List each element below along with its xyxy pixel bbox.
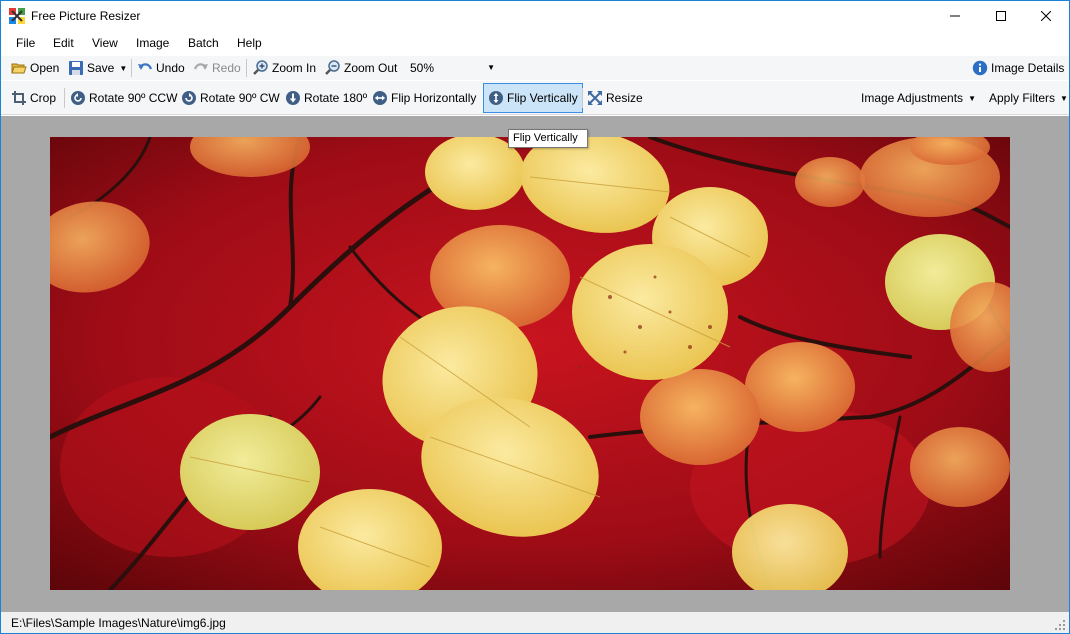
zoom-in-icon xyxy=(253,60,268,75)
image-details-label: Image Details xyxy=(991,61,1065,75)
status-bar: E:\Files\Sample Images\Nature\img6.jpg xyxy=(1,612,1069,633)
photo-image xyxy=(50,137,1010,590)
redo-label: Redo xyxy=(212,61,241,75)
photo-autumn-leaves xyxy=(50,137,1010,590)
rotate-cw-button[interactable]: Rotate 90º CW xyxy=(181,87,280,109)
maximize-icon xyxy=(996,11,1006,21)
minimize-button[interactable] xyxy=(932,1,978,31)
window-title: Free Picture Resizer xyxy=(31,9,141,23)
zoom-out-button[interactable]: Zoom Out xyxy=(325,57,397,79)
open-button[interactable]: Open xyxy=(11,57,59,79)
menu-view[interactable]: View xyxy=(92,36,118,50)
chevron-down-icon: ▼ xyxy=(487,63,495,72)
main-toolbar: Open Save ▼ Undo Redo Zoom In Zoom Out 5… xyxy=(1,56,1069,80)
chevron-down-icon: ▼ xyxy=(1060,93,1068,103)
image-adjustments-label: Image Adjustments xyxy=(861,91,964,105)
flip-horizontally-label: Flip Horizontally xyxy=(391,91,477,105)
menu-edit[interactable]: Edit xyxy=(53,36,74,50)
title-bar: Free Picture Resizer xyxy=(1,1,1069,32)
undo-icon xyxy=(138,63,153,70)
rotate-180-label: Rotate 180º xyxy=(304,91,368,105)
resize-grip-icon[interactable] xyxy=(1055,620,1065,630)
app-logo-icon xyxy=(9,8,25,24)
close-button[interactable] xyxy=(1023,1,1069,31)
flip-horizontal-icon xyxy=(373,91,387,105)
menu-bar: File Edit View Image Batch Help xyxy=(1,32,1069,54)
save-button[interactable]: Save ▼ xyxy=(68,57,127,79)
apply-filters-label: Apply Filters xyxy=(989,91,1056,105)
menu-batch[interactable]: Batch xyxy=(188,36,219,50)
info-icon xyxy=(972,60,988,76)
zoom-out-icon xyxy=(325,60,340,75)
resize-label: Resize xyxy=(606,91,643,105)
file-path-label: E:\Files\Sample Images\Nature\img6.jpg xyxy=(11,616,226,630)
undo-button[interactable]: Undo xyxy=(137,57,185,79)
flip-vertically-button[interactable]: Flip Vertically xyxy=(483,83,583,113)
rotate-cw-icon xyxy=(182,91,196,105)
resize-button[interactable]: Resize xyxy=(587,87,643,109)
flip-horizontally-button[interactable]: Flip Horizontally xyxy=(372,87,476,109)
rotate-ccw-button[interactable]: Rotate 90º CCW xyxy=(70,87,177,109)
resize-icon xyxy=(588,91,602,105)
redo-button[interactable]: Redo xyxy=(193,57,241,79)
image-details-button[interactable]: Image Details xyxy=(972,57,1064,79)
save-label: Save xyxy=(87,61,115,75)
save-dropdown-icon[interactable]: ▼ xyxy=(119,64,127,73)
redo-icon xyxy=(193,63,208,70)
tooltip-flip-vertically: Flip Vertically xyxy=(508,129,588,148)
zoom-level-value: 50% xyxy=(410,61,435,75)
undo-label: Undo xyxy=(156,61,185,75)
rotate-ccw-label: Rotate 90º CCW xyxy=(89,91,178,105)
image-adjustments-menu[interactable]: Image Adjustments ▼ xyxy=(861,87,976,109)
menu-file[interactable]: File xyxy=(16,36,35,50)
floppy-disk-icon xyxy=(69,61,83,75)
crop-icon xyxy=(12,91,26,105)
rotate-180-button[interactable]: Rotate 180º xyxy=(285,87,367,109)
open-label: Open xyxy=(30,61,60,75)
folder-open-icon xyxy=(11,63,27,74)
rotate-180-icon xyxy=(286,91,300,105)
maximize-button[interactable] xyxy=(978,1,1024,31)
menu-image[interactable]: Image xyxy=(136,36,169,50)
zoom-in-label: Zoom In xyxy=(272,61,317,75)
crop-button[interactable]: Crop xyxy=(11,87,56,109)
image-canvas[interactable] xyxy=(1,116,1069,612)
flip-vertical-icon xyxy=(489,91,503,105)
minimize-icon xyxy=(950,15,960,17)
edit-toolbar: Crop Rotate 90º CCW Rotate 90º CW Rotate… xyxy=(1,81,1069,115)
app-window: Free Picture Resizer File Edit View Imag… xyxy=(0,0,1070,634)
zoom-level-select[interactable]: 50% ▼ xyxy=(407,58,499,78)
crop-label: Crop xyxy=(30,91,57,105)
zoom-out-label: Zoom Out xyxy=(344,61,398,75)
zoom-in-button[interactable]: Zoom In xyxy=(253,57,316,79)
apply-filters-menu[interactable]: Apply Filters ▼ xyxy=(989,87,1068,109)
flip-vertically-label: Flip Vertically xyxy=(507,91,578,105)
close-icon xyxy=(1041,11,1051,21)
rotate-cw-label: Rotate 90º CW xyxy=(200,91,280,105)
rotate-ccw-icon xyxy=(71,91,85,105)
menu-help[interactable]: Help xyxy=(237,36,262,50)
chevron-down-icon: ▼ xyxy=(968,93,976,103)
